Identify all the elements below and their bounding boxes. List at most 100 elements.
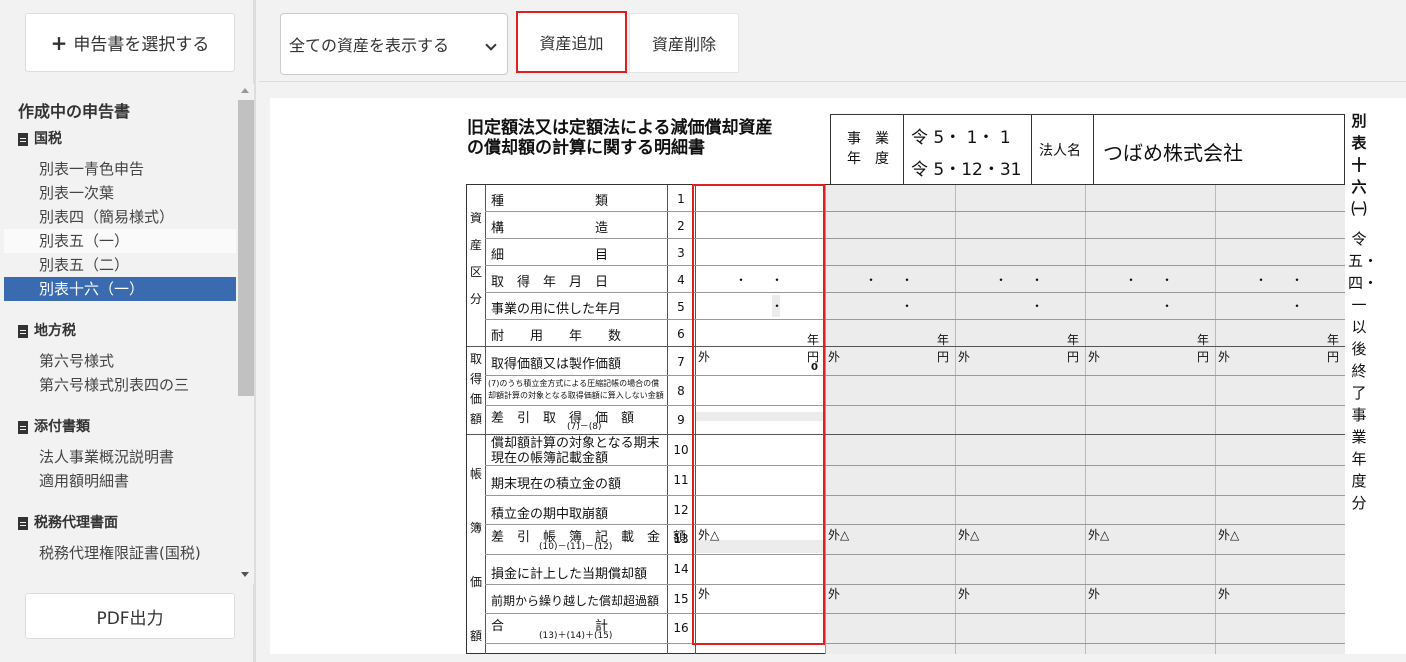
row-label-1: 種 類: [491, 194, 609, 209]
fiscal-year-label: 事 業年 度: [847, 131, 889, 167]
carry-outside-col3: 外: [958, 587, 971, 601]
service-date-col3[interactable]: ・: [1031, 297, 1043, 314]
nav-item-form6[interactable]: 第六号様式: [4, 349, 236, 373]
row-no-9: 9: [677, 413, 685, 427]
group-book-value: 帳簿価額: [470, 467, 483, 643]
cost-yen-col4: 円: [1197, 350, 1210, 364]
cost-yen-col2: 円: [937, 350, 950, 364]
row-label-4: 取 得 年 月 日: [491, 275, 609, 290]
sidebar: + 申告書を選択する 作成中の申告書 国税 別表一青色申告 別表一次葉 別表四（…: [0, 0, 256, 662]
row-sub-13: (10)－(11)－(12): [539, 542, 613, 552]
row-sub-9: (7)－(8): [567, 422, 602, 432]
document-icon: [18, 420, 28, 434]
select-return-label: 申告書を選択する: [73, 35, 210, 55]
fiscal-year-to: 令 5・12・31: [911, 160, 1022, 180]
row-sub-16: (13)＋(14)＋(15): [539, 631, 613, 641]
nav-item-beppyo5-2[interactable]: 別表五（二）: [4, 253, 236, 277]
row-no-4: 4: [677, 273, 685, 287]
add-asset-button[interactable]: 資産追加: [516, 11, 627, 73]
form-id-label: 別表十六㈠: [1351, 112, 1367, 218]
life-years-col4[interactable]: 年: [1197, 331, 1209, 348]
book-outside-col4: 外△: [1088, 528, 1110, 542]
row-no-16: 16: [673, 621, 689, 635]
service-date-col2[interactable]: ・: [901, 297, 913, 314]
form-period-label: 令五・四・一以後終了事業年度分: [1348, 230, 1379, 512]
carry-outside-col4: 外: [1088, 587, 1101, 601]
form-header-box: 事 業年 度 令 5・ 1・ 1 令 5・12・31 法人名 つばめ株式会社: [830, 114, 1345, 186]
row-label-15: 前期から繰り越した償却超過額: [491, 594, 660, 608]
cost-outside-col4: 外: [1088, 350, 1101, 364]
row-no-1: 1: [677, 192, 685, 206]
document-icon: [18, 516, 28, 530]
row-label-3: 細 目: [491, 248, 609, 263]
row-no-15: 15: [673, 592, 689, 606]
nav-item-business-overview[interactable]: 法人事業概況説明書: [4, 445, 236, 469]
service-date-col5[interactable]: ・: [1291, 297, 1303, 314]
toolbar: 全ての資産を表示する 資産追加 資産削除: [259, 0, 1406, 82]
group-acquisition-cost: 取得価額: [470, 352, 483, 426]
row-label-2: 構 造: [491, 221, 609, 236]
nav-item-beppyo1[interactable]: 別表一青色申告: [4, 157, 236, 181]
nav-item-beppyo1-jiyou[interactable]: 別表一次葉: [4, 181, 236, 205]
nav-group-national-tax: 国税: [4, 127, 236, 151]
acq-date-col5[interactable]: ・ ・: [1255, 271, 1303, 288]
nav-item-applicable-amount[interactable]: 適用額明細書: [4, 469, 236, 493]
sidebar-scroll-thumb[interactable]: [238, 100, 254, 396]
row-label-5: 事業の用に供した年月: [491, 302, 622, 317]
row-no-8: 8: [677, 384, 685, 398]
active-asset-column-highlight: [692, 184, 825, 645]
asset-table: 資産区分 取得価額 帳簿価額 種 類 構 造 細 目 取 得 年 月 日 事業の…: [466, 184, 1345, 654]
corp-name: つばめ株式会社: [1103, 141, 1243, 165]
row-no-11: 11: [673, 473, 689, 487]
document-icon: [18, 324, 28, 338]
pdf-output-button[interactable]: PDF出力: [25, 593, 235, 639]
asset-filter-value: 全ての資産を表示する: [289, 36, 450, 55]
acq-date-col4[interactable]: ・ ・: [1125, 271, 1173, 288]
nav-section-title: 作成中の申告書: [18, 102, 131, 121]
cost-outside-col3: 外: [958, 350, 971, 364]
nav-group-tax-agent: 税務代理書面: [4, 511, 236, 535]
carry-outside-col5: 外: [1218, 587, 1231, 601]
row-label-10: 償却額計算の対象となる期末現在の帳簿記載金額: [491, 436, 660, 466]
acq-date-col3[interactable]: ・ ・: [995, 271, 1043, 288]
scroll-up-arrow-icon[interactable]: [241, 88, 249, 93]
carry-outside-col2: 外: [828, 587, 841, 601]
plus-icon: +: [50, 30, 68, 55]
row-no-13: 13: [673, 532, 689, 546]
book-outside-col3: 外△: [958, 528, 980, 542]
scroll-down-arrow-icon[interactable]: [241, 572, 249, 577]
life-years-col5[interactable]: 年: [1327, 331, 1339, 348]
cost-yen-col3: 円: [1067, 350, 1080, 364]
row-label-14: 損金に計上した当期償却額: [491, 567, 648, 582]
row-no-3: 3: [677, 246, 685, 260]
row-no-6: 6: [677, 327, 685, 341]
acq-date-col2[interactable]: ・ ・: [865, 271, 913, 288]
service-date-col4[interactable]: ・: [1161, 297, 1173, 314]
document-icon: [18, 132, 28, 146]
nav-item-beppyo16-1[interactable]: 別表十六（一）: [4, 277, 236, 301]
form-title: 旧定額法又は定額法による減価償却資産 の償却額の計算に関する明細書: [467, 118, 773, 158]
corp-name-label: 法人名: [1039, 143, 1081, 159]
row-label-9: 差 引 取 得 価 額: [491, 411, 635, 426]
row-label-6: 耐 用 年 数: [491, 329, 622, 344]
row-no-10: 10: [673, 443, 689, 457]
row-no-5: 5: [677, 300, 685, 314]
life-years-col3[interactable]: 年: [1067, 331, 1079, 348]
life-years-col2[interactable]: 年: [937, 331, 949, 348]
row-label-7: 取得価額又は製作価額: [491, 357, 622, 372]
nav-item-beppyo5-1[interactable]: 別表五（一）: [4, 229, 236, 253]
row-no-12: 12: [673, 503, 689, 517]
row-label-11: 期末現在の積立金の額: [491, 477, 622, 492]
cost-yen-col5: 円: [1327, 350, 1340, 364]
select-return-button[interactable]: + 申告書を選択する: [25, 13, 235, 72]
nav-item-form6-table4-3[interactable]: 第六号様式別表四の三: [4, 373, 236, 397]
return-nav: 作成中の申告書 国税 別表一青色申告 別表一次葉 別表四（簡易様式） 別表五（一…: [4, 92, 236, 584]
asset-filter-select[interactable]: 全ての資産を表示する: [280, 13, 508, 75]
cost-outside-col2: 外: [828, 350, 841, 364]
nav-group-attachments: 添付書類: [4, 415, 236, 439]
row-label-8: (7)のうち積立金方式による圧縮記帳の場合の償却額計算の対象となる取得価額に算入…: [488, 379, 664, 400]
group-asset-class: 資産区分: [470, 211, 483, 306]
delete-asset-button[interactable]: 資産削除: [629, 13, 739, 73]
nav-item-beppyo4[interactable]: 別表四（簡易様式）: [4, 205, 236, 229]
nav-item-tax-agent-cert[interactable]: 税務代理権限証書(国税): [4, 541, 236, 565]
